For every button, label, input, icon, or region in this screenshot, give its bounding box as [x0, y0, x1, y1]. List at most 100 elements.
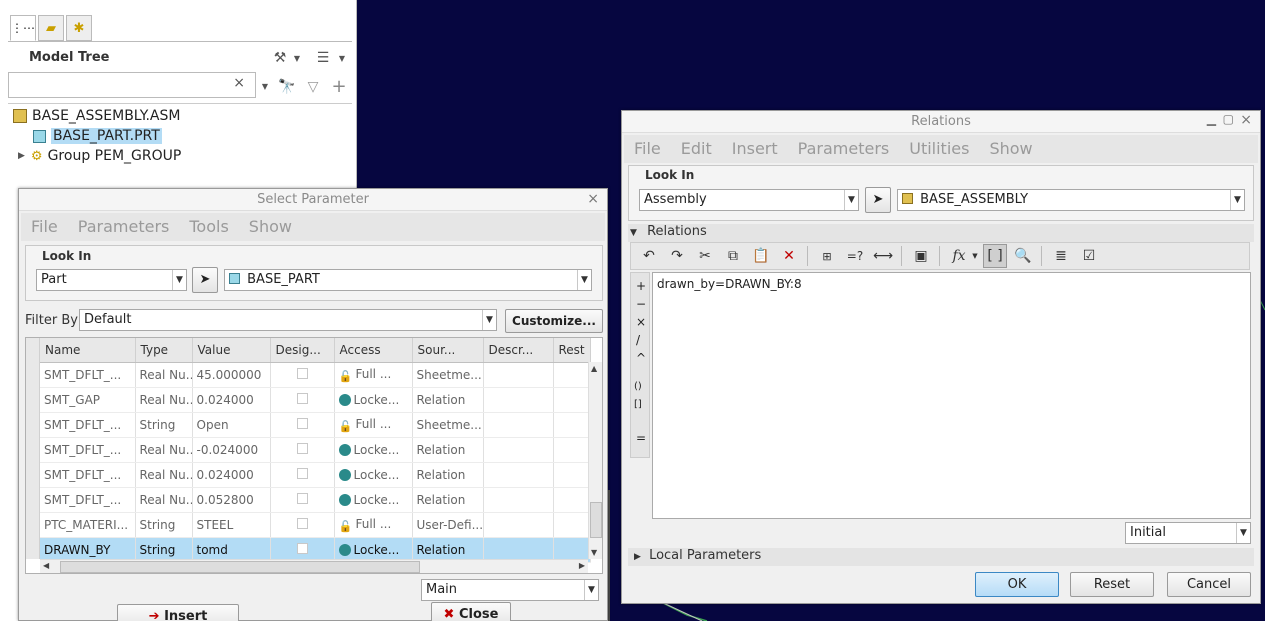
- table-row[interactable]: SMT_DFLT_... Real Nu... 0.052800 Locke..…: [40, 487, 591, 513]
- table-row[interactable]: PTC_MATERI... String STEEL 🔓 Full ... Use…: [40, 512, 591, 538]
- menu-utilities[interactable]: Utilities: [899, 135, 979, 163]
- designate-checkbox[interactable]: [296, 417, 308, 429]
- chevron-down-icon[interactable]: ▼: [259, 78, 271, 94]
- table-row[interactable]: SMT_DFLT_... String Open 🔓 Full ... Sheet…: [40, 412, 591, 438]
- designate-checkbox[interactable]: [296, 442, 308, 454]
- close-button[interactable]: ✖ Close: [431, 602, 511, 621]
- tree-search-input[interactable]: ×: [8, 72, 256, 98]
- column-header[interactable]: Name: [40, 338, 136, 363]
- delete-icon[interactable]: ✕: [777, 244, 801, 268]
- pick-object-button[interactable]: ➤: [192, 267, 218, 293]
- insert-selected-button[interactable]: ➔ Insert Selected: [117, 604, 239, 621]
- verify-relations-icon[interactable]: =?: [843, 244, 867, 268]
- expand-arrow-icon[interactable]: ▶: [18, 151, 25, 161]
- add-icon[interactable]: +: [329, 76, 349, 97]
- column-header[interactable]: Type: [135, 338, 193, 363]
- menu-insert[interactable]: Insert: [722, 135, 788, 163]
- tab-favorites[interactable]: ✱: [66, 15, 92, 41]
- cancel-button[interactable]: Cancel: [1167, 572, 1251, 597]
- insert-parentheses-icon[interactable]: [ ]: [983, 244, 1007, 268]
- designate-checkbox[interactable]: [296, 542, 308, 554]
- parameter-lookup-icon[interactable]: 🔍: [1011, 244, 1035, 268]
- horizontal-scrollbar[interactable]: ◀ ▶: [40, 559, 588, 573]
- paste-icon[interactable]: 📋: [749, 244, 773, 268]
- column-header[interactable]: Sour...: [412, 338, 484, 363]
- tree-item-base-part[interactable]: BASE_PART.PRT: [33, 128, 162, 144]
- close-icon[interactable]: ×: [587, 191, 599, 207]
- chevron-down-icon[interactable]: ▼: [292, 48, 302, 68]
- look-in-object-select[interactable]: BASE_ASSEMBLY ▼: [897, 189, 1245, 211]
- menu-edit[interactable]: Edit: [671, 135, 722, 163]
- column-header[interactable]: Descr...: [483, 338, 554, 363]
- tree-item-group[interactable]: ▶ ⚙ Group PEM_GROUP: [18, 148, 181, 164]
- minimize-icon[interactable]: ▁: [1207, 112, 1216, 126]
- multiply-operator[interactable]: ×: [636, 315, 646, 329]
- tools-icon[interactable]: ⚒: [270, 48, 290, 68]
- menu-tools[interactable]: Tools: [179, 213, 238, 241]
- column-header[interactable]: Rest: [553, 338, 591, 363]
- function-icon[interactable]: fx: [947, 244, 971, 268]
- look-in-object-select[interactable]: BASE_PART ▼: [224, 269, 592, 291]
- designate-checkbox[interactable]: [296, 467, 308, 479]
- tab-model-tree[interactable]: ⋮⋯: [10, 15, 36, 41]
- look-in-type-select[interactable]: Assembly ▼: [639, 189, 859, 211]
- vertical-scrollbar[interactable]: ▲ ▼: [588, 362, 602, 559]
- scope-select[interactable]: Main ▼: [421, 579, 599, 601]
- customize-button[interactable]: Customize...: [505, 309, 603, 333]
- parentheses-operator[interactable]: (): [634, 381, 642, 392]
- tab-layers[interactable]: ▰: [38, 15, 64, 41]
- show-list-icon[interactable]: ☰: [313, 48, 333, 68]
- insert-dimension-icon[interactable]: ⟷: [871, 244, 895, 268]
- minus-operator[interactable]: −: [636, 297, 646, 311]
- relations-editor[interactable]: drawn_by=DRAWN_BY:8: [652, 272, 1251, 519]
- menu-file[interactable]: File: [21, 213, 68, 241]
- table-row[interactable]: SMT_DFLT_... Real Nu... 45.000000 🔓 Full …: [40, 362, 591, 388]
- units-icon[interactable]: ▣: [909, 244, 933, 268]
- menu-parameters[interactable]: Parameters: [788, 135, 900, 163]
- menu-file[interactable]: File: [624, 135, 671, 163]
- redo-icon[interactable]: ↷: [665, 244, 689, 268]
- cut-icon[interactable]: ✂: [693, 244, 717, 268]
- display-values-icon[interactable]: ⊞: [815, 244, 839, 268]
- menu-show[interactable]: Show: [979, 135, 1042, 163]
- relations-section-header[interactable]: ▼ Relations: [628, 224, 1254, 242]
- local-parameters-section[interactable]: ▶ Local Parameters: [628, 548, 1254, 566]
- clear-icon[interactable]: ×: [233, 75, 245, 91]
- menu-parameters[interactable]: Parameters: [68, 213, 180, 241]
- filter-icon[interactable]: ▽: [303, 78, 323, 96]
- scrollbar-thumb[interactable]: [60, 561, 420, 573]
- scroll-up-icon[interactable]: ▲: [591, 364, 597, 373]
- chevron-down-icon[interactable]: ▼: [337, 48, 347, 68]
- menu-show[interactable]: Show: [239, 213, 302, 241]
- table-row[interactable]: SMT_DFLT_... Real Nu... 0.024000 Locke..…: [40, 462, 591, 488]
- scroll-down-icon[interactable]: ▼: [591, 548, 597, 557]
- column-header[interactable]: Access: [334, 338, 413, 363]
- filter-select[interactable]: Default ▼: [79, 309, 497, 331]
- binoculars-icon[interactable]: 🔭: [277, 78, 297, 96]
- equals-operator[interactable]: =: [636, 431, 646, 445]
- sort-relations-icon[interactable]: ≣: [1049, 244, 1073, 268]
- chevron-down-icon[interactable]: ▼: [969, 244, 981, 268]
- reset-button[interactable]: Reset: [1070, 572, 1154, 597]
- execute-check-icon[interactable]: ☑: [1077, 244, 1101, 268]
- divide-operator[interactable]: /: [636, 333, 640, 347]
- brackets-operator[interactable]: []: [634, 399, 642, 410]
- ok-button[interactable]: OK: [975, 572, 1059, 597]
- close-icon[interactable]: ×: [1240, 112, 1252, 128]
- power-operator[interactable]: ^: [636, 351, 646, 365]
- copy-icon[interactable]: ⧉: [721, 244, 745, 268]
- scrollbar-thumb[interactable]: [590, 502, 602, 538]
- table-row[interactable]: SMT_DFLT_... Real Nu... -0.024000 Locke.…: [40, 437, 591, 463]
- table-row[interactable]: SMT_GAP Real Nu... 0.024000 Locke... Rel…: [40, 387, 591, 413]
- designate-checkbox[interactable]: [296, 517, 308, 529]
- designate-checkbox[interactable]: [296, 392, 308, 404]
- undo-icon[interactable]: ↶: [637, 244, 661, 268]
- designate-checkbox[interactable]: [296, 492, 308, 504]
- maximize-icon[interactable]: ▢: [1223, 112, 1234, 126]
- state-select[interactable]: Initial ▼: [1125, 522, 1251, 544]
- designate-checkbox[interactable]: [296, 367, 308, 379]
- column-header[interactable]: Value: [192, 338, 271, 363]
- pick-object-button[interactable]: ➤: [865, 187, 891, 213]
- scroll-right-icon[interactable]: ▶: [579, 561, 585, 570]
- look-in-type-select[interactable]: Part ▼: [36, 269, 187, 291]
